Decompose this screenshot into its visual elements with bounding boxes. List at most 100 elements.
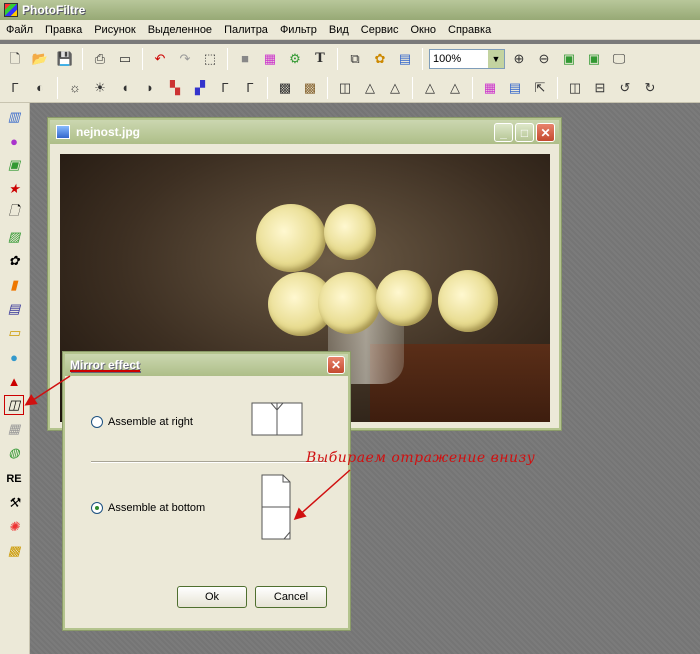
toolbar-separator [57, 76, 58, 99]
toolbar-separator [227, 47, 228, 70]
contrast-up-icon[interactable]: ◗ [139, 77, 161, 99]
assemble-bottom-preview-icon [261, 474, 291, 540]
film-reel-icon[interactable]: ✿ [4, 251, 24, 271]
maximize-button[interactable]: □ [515, 123, 534, 142]
contrast-down-icon[interactable]: ◖ [114, 77, 136, 99]
plugins-icon[interactable]: ✿ [369, 48, 391, 70]
flip-horizontal-icon[interactable]: ◫ [564, 77, 586, 99]
auto-contrast-icon[interactable]: ◐ [29, 77, 51, 99]
globe-icon[interactable]: ◍ [4, 443, 24, 463]
circle-frame-icon[interactable]: ● [4, 131, 24, 151]
print-icon[interactable]: ⎙ [89, 48, 111, 70]
crop-selection-icon[interactable]: ⬚ [199, 48, 221, 70]
flip-vertical-icon[interactable]: ⊟ [589, 77, 611, 99]
rgb-icon[interactable]: ▦ [479, 77, 501, 99]
soften-icon[interactable]: △ [419, 77, 441, 99]
mirror-icon[interactable]: ◫ [334, 77, 356, 99]
rotate-left-icon[interactable]: ↺ [614, 77, 636, 99]
brightness-up-icon[interactable]: ☀ [89, 77, 111, 99]
dialog-close-button[interactable]: ✕ [327, 356, 345, 374]
mosaic-icon[interactable]: ▦ [4, 419, 24, 439]
radio-button[interactable] [91, 416, 103, 428]
assemble-bottom-radio[interactable]: Assemble at bottom [91, 502, 205, 514]
color-wheel-icon[interactable]: ✺ [4, 517, 24, 537]
warning-triangle-icon[interactable]: ▲ [4, 371, 24, 391]
auto-levels-icon[interactable]: Γ [4, 77, 26, 99]
radio-button-selected[interactable] [91, 502, 103, 514]
saturation-down-icon[interactable]: ▚ [164, 77, 186, 99]
camera-icon[interactable]: ▣ [4, 155, 24, 175]
automation-icon[interactable]: ⚙ [284, 48, 306, 70]
redo-icon[interactable]: ↷ [174, 48, 196, 70]
sharpen-icon[interactable]: △ [384, 77, 406, 99]
save-html-icon[interactable]: ▤ [4, 299, 24, 319]
menu-view[interactable]: Вид [323, 24, 355, 36]
assemble-right-preview-icon [251, 402, 303, 436]
open-folder-icon[interactable]: 📂 [29, 48, 51, 70]
dialog-title: Mirror effect [70, 358, 141, 372]
assemble-right-radio[interactable]: Assemble at right [91, 416, 193, 428]
mirror-tool-icon[interactable]: ◫ [4, 395, 24, 415]
gradient-icon[interactable]: ■ [234, 48, 256, 70]
palette-icon[interactable]: ▦ [259, 48, 281, 70]
text-icon[interactable]: T [309, 48, 331, 70]
toolbar-separator [412, 76, 413, 99]
menu-window[interactable]: Окно [404, 24, 442, 36]
mirror-effect-dialog[interactable]: Mirror effect ✕ Assemble at right Assemb… [63, 352, 350, 630]
menu-palette[interactable]: Палитра [218, 24, 274, 36]
sepia-icon[interactable]: ▩ [299, 77, 321, 99]
menu-file[interactable]: Файл [0, 24, 39, 36]
toolbar-separator [422, 47, 423, 70]
menu-filter[interactable]: Фильтр [274, 24, 323, 36]
brightness-down-icon[interactable]: ☼ [64, 77, 86, 99]
red-eye-button[interactable]: RE [4, 469, 24, 489]
image-window-title-bar[interactable]: nejnost.jpg _ □ ✕ [50, 120, 559, 144]
blur-icon[interactable]: △ [359, 77, 381, 99]
scan-icon[interactable]: ▭ [114, 48, 136, 70]
rotate-right-icon[interactable]: ↻ [639, 77, 661, 99]
fit-window-icon[interactable]: ▣ [583, 48, 605, 70]
undo-icon[interactable]: ↶ [149, 48, 171, 70]
browser-icon[interactable]: ▤ [394, 48, 416, 70]
zoom-select[interactable]: 100% ▼ [429, 48, 505, 69]
page-curl-icon[interactable]: 🗋 [4, 203, 24, 223]
toolbar-separator [142, 47, 143, 70]
calculator-icon[interactable]: ▥ [4, 107, 24, 127]
landscape-icon[interactable]: ▨ [4, 227, 24, 247]
save-icon[interactable]: 💾 [54, 48, 76, 70]
star-icon[interactable]: ★ [4, 179, 24, 199]
new-file-icon[interactable]: 🗋 [4, 48, 26, 70]
fullscreen-icon[interactable]: 🖵 [608, 48, 630, 70]
gamma-down-icon[interactable]: Γ [214, 77, 236, 99]
gamma-up-icon[interactable]: Γ [239, 77, 261, 99]
tools-sidebar: ▥ ● ▣ ★ 🗋 ▨ ✿ ▮ ▤ ▭ ● ▲ ◫ ▦ ◍ RE ⚒ ✺ ▩ [0, 103, 30, 654]
filter-toolbar: Γ ◐ ☼ ☀ ◖ ◗ ▚ ▞ Γ Γ ▩ ▩ ◫ △ △ △ △ ▦ ▤ ⇱ … [0, 73, 700, 103]
saturation-up-icon[interactable]: ▞ [189, 77, 211, 99]
film-strip-icon[interactable]: ▮ [4, 275, 24, 295]
menu-image[interactable]: Рисунок [88, 24, 142, 36]
ok-button[interactable]: Ok [177, 586, 247, 608]
grayscale-icon[interactable]: ▩ [274, 77, 296, 99]
app-title-bar: PhotoFiltre [0, 0, 700, 20]
tools-icon[interactable]: ⚒ [4, 493, 24, 513]
zoom-out-icon[interactable]: ⊖ [533, 48, 555, 70]
emboss-icon[interactable]: △ [444, 77, 466, 99]
menu-help[interactable]: Справка [442, 24, 497, 36]
toolbar-separator [472, 76, 473, 99]
gif-export-icon[interactable]: ▭ [4, 323, 24, 343]
app-title: PhotoFiltre [22, 3, 86, 17]
actual-size-icon[interactable]: ▣ [558, 48, 580, 70]
minimize-button[interactable]: _ [494, 123, 513, 142]
sphere-icon[interactable]: ● [4, 347, 24, 367]
menu-edit[interactable]: Правка [39, 24, 88, 36]
menu-tools[interactable]: Сервис [355, 24, 405, 36]
close-button[interactable]: ✕ [536, 123, 555, 142]
transform-icon[interactable]: ⇱ [529, 77, 551, 99]
menu-selection[interactable]: Выделенное [142, 24, 218, 36]
cancel-button[interactable]: Cancel [255, 586, 327, 608]
effects-icon[interactable]: ▩ [4, 541, 24, 561]
image-size-icon[interactable]: ▤ [504, 77, 526, 99]
zoom-in-icon[interactable]: ⊕ [508, 48, 530, 70]
layers-icon[interactable]: ⧉ [344, 48, 366, 70]
dialog-title-bar[interactable]: Mirror effect ✕ [65, 354, 348, 376]
